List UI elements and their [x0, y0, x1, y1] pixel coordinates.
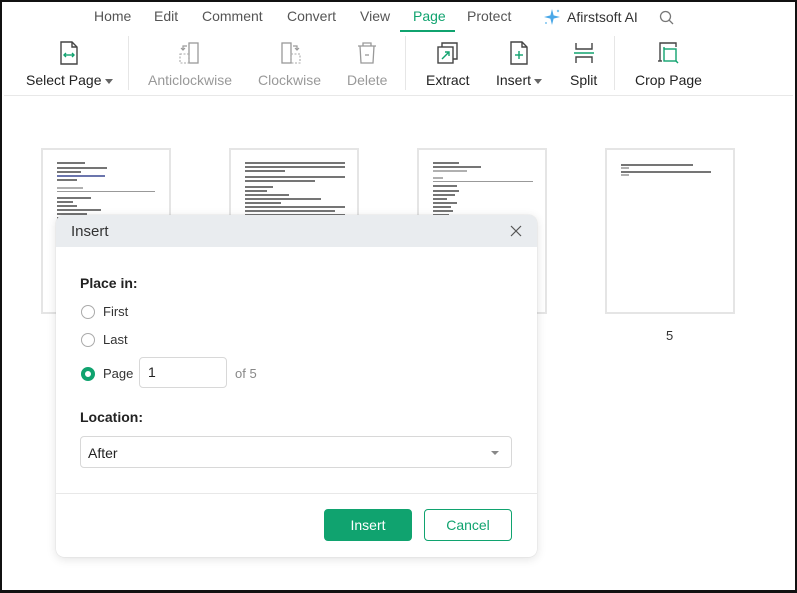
- place-in-label: Place in:: [80, 275, 138, 291]
- footer-divider: [56, 493, 537, 494]
- location-select-value: After: [88, 445, 118, 461]
- radio-first[interactable]: First: [81, 304, 128, 319]
- insert-dialog: Insert Place in: First Last Page 1 of 5 …: [56, 215, 537, 557]
- select-page-icon: [60, 41, 78, 65]
- afirstsoft-ai-button[interactable]: Afirstsoft AI: [543, 8, 638, 26]
- close-button[interactable]: [509, 224, 523, 238]
- radio-first-label: First: [103, 304, 129, 319]
- crop-page-label: Crop Page: [635, 72, 702, 88]
- tab-edit[interactable]: Edit: [154, 8, 178, 24]
- toolbar-divider: [405, 36, 406, 90]
- radio-last-label: Last: [103, 332, 128, 347]
- delete-label: Delete: [347, 72, 388, 88]
- page-number-label: 5: [666, 328, 674, 343]
- tab-convert[interactable]: Convert: [287, 8, 336, 24]
- select-page-label: Select Page: [26, 72, 102, 88]
- page-toolbar: Select Page Anticlockwise Clockwise Dele…: [4, 36, 793, 96]
- search-icon: [659, 10, 674, 25]
- clockwise-label: Clockwise: [258, 72, 322, 88]
- tab-page[interactable]: Page: [413, 8, 446, 24]
- crop-page-button[interactable]: Crop Page: [635, 40, 702, 88]
- tab-view[interactable]: View: [360, 8, 390, 24]
- dialog-title: Insert: [71, 223, 109, 240]
- rotate-clockwise-button[interactable]: Clockwise: [258, 40, 321, 88]
- dropdown-caret-icon: [534, 78, 543, 84]
- app-window: Home Edit Comment Convert View Page Prot…: [0, 0, 797, 593]
- page-thumbnail-5[interactable]: [605, 148, 735, 314]
- active-tab-indicator: [400, 30, 455, 32]
- radio-button[interactable]: [81, 304, 95, 319]
- rotate-anticlockwise-button[interactable]: Anticlockwise: [148, 40, 232, 88]
- tab-home[interactable]: Home: [94, 8, 131, 24]
- insert-page-icon: [510, 41, 528, 65]
- chevron-down-icon: [491, 451, 499, 455]
- select-page-button[interactable]: Select Page: [26, 40, 113, 88]
- radio-page[interactable]: Page: [81, 366, 133, 381]
- anticlockwise-label: Anticlockwise: [148, 72, 233, 88]
- location-select[interactable]: After: [80, 436, 512, 468]
- split-button[interactable]: Split: [570, 40, 597, 88]
- crop-icon: [658, 42, 679, 64]
- insert-confirm-button[interactable]: Insert: [324, 509, 412, 541]
- extract-icon: [437, 42, 458, 64]
- extract-label: Extract: [426, 72, 470, 88]
- menu-bar: Home Edit Comment Convert View Page Prot…: [2, 6, 795, 32]
- split-icon: [573, 43, 594, 63]
- toolbar-divider: [128, 36, 129, 90]
- cancel-button[interactable]: Cancel: [424, 509, 512, 541]
- insert-button[interactable]: Insert: [496, 40, 543, 88]
- afirstsoft-ai-label: Afirstsoft AI: [567, 9, 638, 25]
- trash-icon: [358, 42, 377, 64]
- radio-page-label: Page: [103, 366, 134, 381]
- insert-label: Insert: [496, 72, 532, 88]
- rotate-anticlockwise-icon: [179, 42, 199, 64]
- sparkle-icon: [544, 9, 560, 25]
- dialog-header: Insert: [56, 215, 537, 247]
- extract-button[interactable]: Extract: [426, 40, 470, 88]
- toolbar-divider: [614, 36, 615, 90]
- radio-last[interactable]: Last: [81, 332, 128, 347]
- radio-button[interactable]: [81, 332, 95, 347]
- rotate-clockwise-icon: [280, 42, 301, 64]
- page-total-label: of 5: [235, 366, 257, 381]
- close-icon: [510, 225, 522, 237]
- tab-comment[interactable]: Comment: [202, 8, 263, 24]
- delete-button[interactable]: Delete: [347, 40, 387, 88]
- location-label: Location:: [80, 409, 143, 425]
- radio-button-checked[interactable]: [81, 366, 95, 381]
- search-button[interactable]: [659, 10, 675, 31]
- dropdown-caret-icon: [104, 78, 113, 84]
- split-label: Split: [570, 72, 598, 88]
- tab-protect[interactable]: Protect: [467, 8, 511, 24]
- page-number-input[interactable]: 1: [139, 357, 227, 388]
